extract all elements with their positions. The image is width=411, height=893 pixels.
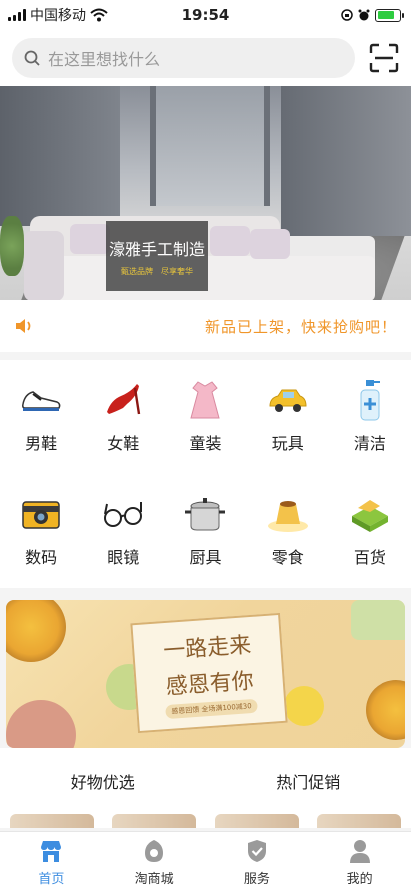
category-toys[interactable]: 玩具 [247, 368, 329, 464]
banner-pillow [250, 229, 290, 259]
lock-rotation-icon [341, 9, 353, 21]
soap-icon [351, 500, 388, 532]
promo-banner[interactable]: 一路走来 感恩有你 感恩回馈 全场满100减30 [6, 600, 405, 748]
banner-title: 濠雅手工制造 [108, 239, 205, 259]
tab-service[interactable]: 服务 [206, 832, 309, 893]
category-kids-clothes[interactable]: 童装 [164, 368, 246, 464]
category-label: 玩具 [271, 434, 304, 453]
tab-home[interactable]: 首页 [0, 832, 103, 893]
banner-pillow [210, 226, 250, 256]
egg-tart-image [6, 600, 66, 662]
sneaker-icon [22, 391, 61, 411]
mooncake-image [6, 700, 76, 748]
banner-window [150, 86, 270, 206]
egg-tart-image [366, 680, 405, 740]
category-department-store[interactable]: 百货 [329, 482, 411, 578]
bottom-tab-bar: 首页 淘商城 服务 我的 [0, 831, 411, 893]
toy-car-icon [269, 389, 307, 412]
category-label: 清洁 [353, 434, 386, 453]
tab-hot-promotions[interactable]: 热门促销 [276, 769, 340, 793]
product-thumb[interactable] [316, 814, 401, 828]
battery-icon [375, 8, 404, 22]
banner-sofa-arm [24, 231, 64, 300]
shield-check-icon [247, 840, 266, 862]
camera-icon [22, 501, 60, 529]
category-men-shoes[interactable]: 男鞋 [0, 368, 82, 464]
search-placeholder: 在这里想找什么 [48, 50, 161, 69]
glasses-icon [104, 502, 143, 527]
high-heel-icon [107, 384, 141, 415]
cooking-pot-icon [185, 498, 226, 531]
banner-pillow [70, 224, 110, 254]
promo-card: 一路走来 感恩有你 感恩回馈 全场满100减30 [130, 612, 288, 734]
product-thumb[interactable] [10, 814, 94, 828]
speaker-icon [16, 319, 31, 333]
banner-wall-right [281, 86, 411, 236]
tab-profile[interactable]: 我的 [308, 832, 411, 893]
promo-line2: 感恩有你 [165, 668, 255, 701]
search-input[interactable]: 在这里想找什么 [12, 38, 355, 78]
category-women-shoes[interactable]: 女鞋 [82, 368, 164, 464]
status-right [341, 8, 404, 22]
category-grid: 男鞋 女鞋 童装 玩具 清洁 数码 眼镜 厨具 零食 百货 [0, 360, 411, 588]
mooncake-image [351, 600, 405, 640]
category-glasses[interactable]: 眼镜 [82, 482, 164, 578]
battery-fill [377, 11, 395, 19]
tab-label: 服务 [243, 872, 270, 887]
hero-banner[interactable]: 濠雅手工制造 甄选品牌 尽享奢华 [0, 86, 411, 300]
wifi-icon [90, 8, 108, 22]
tab-mall[interactable]: 淘商城 [103, 832, 206, 893]
category-kitchenware[interactable]: 厨具 [164, 482, 246, 578]
app-screen: 中国移动 19:54 在这里想找什么 濠雅手工制造 甄选品牌 尽享奢华 新品已上… [0, 0, 411, 893]
category-label: 厨具 [189, 548, 222, 567]
promo-line1: 一路走来 [162, 633, 253, 665]
category-label: 女鞋 [107, 434, 140, 453]
status-bar: 中国移动 19:54 [0, 0, 411, 30]
notice-bar[interactable]: 新品已上架，快来抢购吧！ [0, 300, 411, 352]
category-label: 眼镜 [107, 548, 140, 567]
banner-caption: 濠雅手工制造 甄选品牌 尽享奢华 [106, 221, 208, 291]
search-icon [24, 50, 40, 66]
shop-home-icon [41, 841, 62, 862]
signal-icon [8, 9, 26, 21]
tab-label: 首页 [38, 872, 65, 887]
kids-dress-icon [190, 381, 221, 419]
promo-badge: 感恩回馈 全场满100减30 [164, 698, 259, 720]
status-left: 中国移动 [8, 5, 108, 25]
category-cleaning[interactable]: 清洁 [329, 368, 411, 464]
banner-wall [0, 86, 120, 226]
tab-featured[interactable]: 好物优选 [71, 769, 135, 793]
notice-text: 新品已上架，快来抢购吧！ [204, 317, 397, 336]
macaron-image [284, 686, 324, 726]
scan-icon[interactable] [369, 43, 399, 73]
category-label: 百货 [353, 548, 386, 567]
sanitizer-bottle-icon [360, 380, 380, 421]
pudding-icon [267, 501, 308, 532]
product-thumb[interactable] [214, 814, 299, 828]
product-thumbnails [0, 814, 411, 828]
category-snacks[interactable]: 零食 [247, 482, 329, 578]
banner-subtitle: 甄选品牌 尽享奢华 [121, 266, 193, 276]
promo-section: 一路走来 感恩有你 感恩回馈 全场满100减30 [0, 588, 411, 748]
user-icon [349, 840, 370, 863]
product-thumb[interactable] [112, 814, 197, 828]
tab-label: 我的 [346, 872, 373, 887]
tab-label: 淘商城 [134, 872, 174, 887]
category-label: 数码 [25, 548, 58, 567]
category-label: 零食 [271, 548, 304, 567]
banner-plant [0, 216, 24, 276]
status-time: 19:54 [181, 6, 230, 24]
alarm-icon [358, 9, 370, 21]
category-label: 男鞋 [25, 434, 58, 453]
category-digital[interactable]: 数码 [0, 482, 82, 578]
mall-bag-icon [145, 840, 164, 862]
section-tabs: 好物优选 热门促销 [0, 748, 411, 814]
search-row: 在这里想找什么 [0, 30, 411, 86]
category-label: 童装 [189, 434, 222, 453]
carrier-name: 中国移动 [30, 8, 86, 24]
